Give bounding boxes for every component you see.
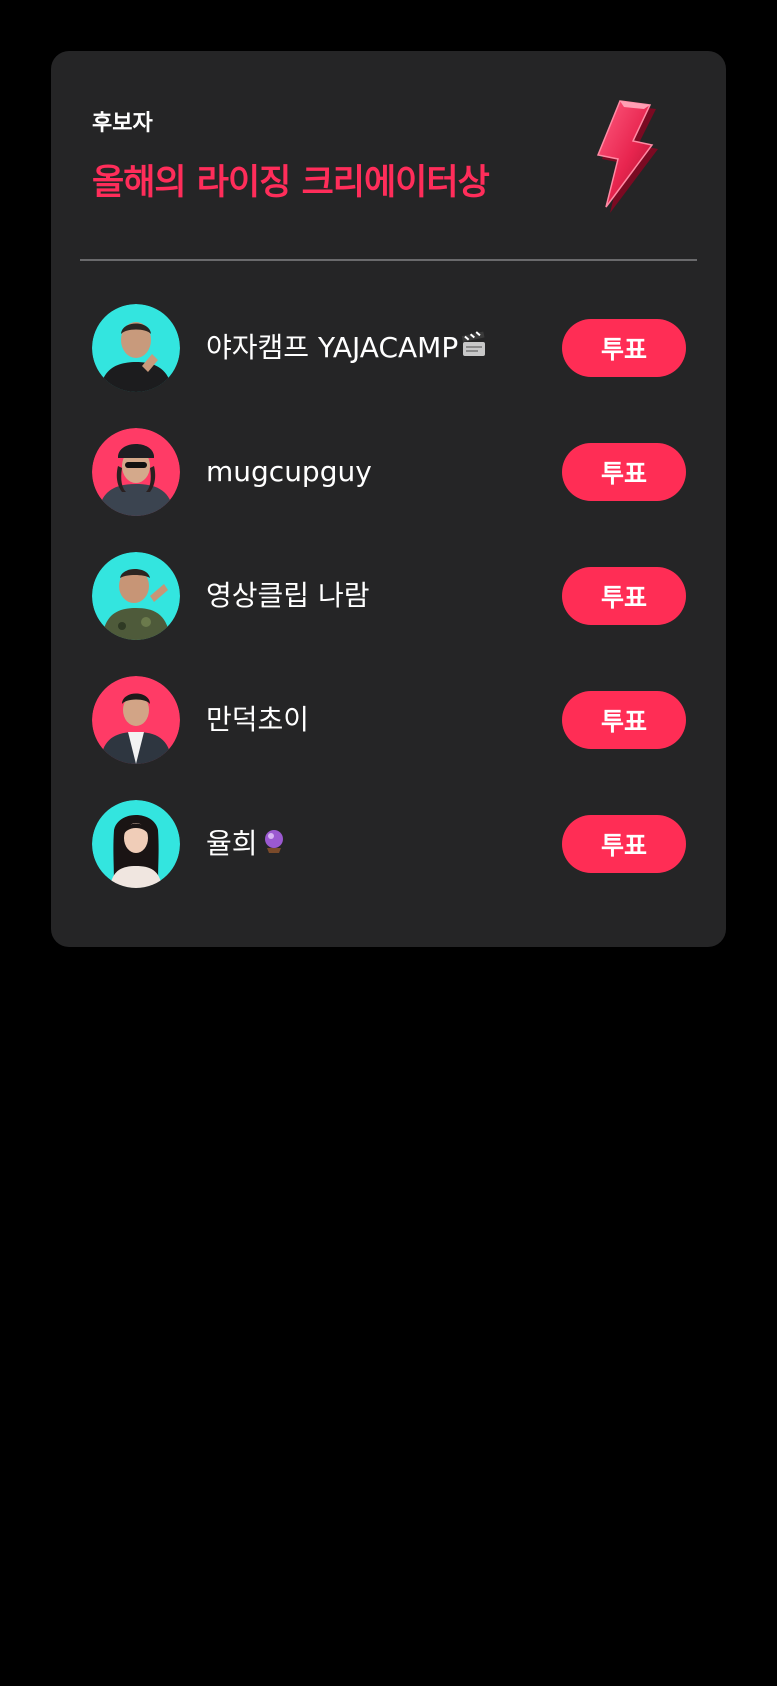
vote-button[interactable]: 투표 [562,691,686,749]
avatar [92,676,180,764]
vote-button[interactable]: 투표 [562,567,686,625]
vote-button[interactable]: 투표 [562,815,686,873]
vote-button[interactable]: 투표 [562,443,686,501]
award-title: 올해의 라이징 크리에이터상 [92,163,490,203]
avatar [92,304,180,392]
nominee-row: mugcupguy 투표 [92,428,686,552]
nominees-eyebrow: 후보자 [92,111,153,136]
nominee-row: 야자캠프 YAJACAMP 투표 [92,304,686,428]
avatar [92,800,180,888]
avatar [92,428,180,516]
nominee-name: 영상클립 나람 [206,579,370,612]
crystal-ball-icon [260,827,288,864]
nominee-row: 율희 투표 [92,800,686,924]
nominee-name: mugcupguy [206,455,372,488]
nominees-card: 후보자 올해의 라이징 크리에이터상 야자캠프 YAJACAMP 투표 mugc… [51,51,726,947]
avatar [92,552,180,640]
lightning-bolt-icon [586,99,666,217]
vote-button[interactable]: 투표 [562,319,686,377]
nominee-name: 야자캠프 YAJACAMP [206,330,488,368]
nominee-name: 만덕초이 [206,703,310,736]
clapper-board-icon [460,330,488,368]
nominee-list: 야자캠프 YAJACAMP 투표 mugcupguy 투표 영상클립 나람 투표… [92,304,686,924]
nominee-row: 만덕초이 투표 [92,676,686,800]
nominee-name: 율희 [206,826,288,864]
nominee-row: 영상클립 나람 투표 [92,552,686,676]
header-divider [80,259,697,261]
